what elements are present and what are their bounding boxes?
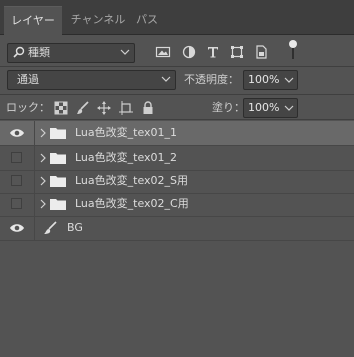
opacity-input[interactable]: 100% (243, 70, 298, 90)
filter-kind-label: 種類 (28, 46, 50, 59)
divider (0, 66, 354, 67)
hidden-indicator (11, 152, 22, 163)
filter-toggle-stem (292, 48, 294, 59)
hidden-indicator (11, 175, 22, 186)
layer-name: Lua色改変_tex02_C用 (75, 197, 189, 210)
chevron-right-icon[interactable] (39, 153, 47, 163)
folder-icon (50, 153, 66, 164)
visibility-toggle[interactable] (0, 216, 35, 240)
lock-label: ロック： (6, 101, 50, 114)
lock-all-icon[interactable] (141, 101, 155, 115)
layers-panel: レイヤー チャンネル パス 種類 通過 不透明度： 100% ロック： 塗り： … (0, 0, 354, 357)
tab-bar: レイヤー チャンネル パス (0, 0, 354, 36)
chevron-down-icon[interactable] (284, 103, 294, 113)
folder-icon (50, 128, 66, 139)
hidden-indicator (11, 198, 22, 209)
visibility-toggle[interactable] (0, 169, 35, 193)
lock-transparent-icon[interactable] (54, 101, 68, 115)
brush-icon (44, 221, 57, 234)
layer-name: Lua色改変_tex01_2 (75, 151, 178, 164)
visibility-toggle[interactable] (0, 192, 35, 216)
divider (0, 94, 354, 95)
layer-row[interactable]: Lua色改変_tex02_C用 (0, 192, 354, 217)
layer-list: Lua色改変_tex01_1 Lua色改変_tex01_2 Lua色改変_tex… (0, 120, 354, 357)
fill-input[interactable]: 100% (243, 98, 298, 118)
layer-name: Lua色改変_tex02_S用 (75, 174, 189, 187)
image-filter-icon[interactable] (155, 44, 171, 60)
layer-row[interactable]: Lua色改変_tex01_2 (0, 146, 354, 171)
filter-kind-select[interactable]: 種類 (7, 43, 135, 63)
folder-icon (50, 199, 66, 210)
chevron-right-icon[interactable] (39, 176, 47, 186)
eye-icon (10, 129, 24, 137)
chevron-down-icon (120, 49, 130, 55)
chevron-down-icon[interactable] (284, 75, 294, 85)
eye-icon (10, 224, 24, 232)
chevron-right-icon[interactable] (39, 199, 47, 209)
visibility-toggle[interactable] (0, 121, 35, 145)
chevron-down-icon (161, 76, 171, 82)
lock-image-icon[interactable] (76, 101, 90, 115)
adjustment-filter-icon[interactable] (181, 44, 197, 60)
layer-name: BG (67, 221, 83, 234)
shape-filter-icon[interactable] (229, 44, 245, 60)
tab-paths[interactable]: パス (132, 6, 162, 34)
layer-row[interactable]: Lua色改変_tex01_1 (0, 121, 354, 146)
folder-icon (50, 176, 66, 187)
layer-row[interactable]: BG (0, 216, 354, 241)
fill-label: 塗り： (212, 101, 245, 114)
fill-value: 100% (248, 101, 280, 114)
visibility-toggle[interactable] (0, 146, 35, 170)
tab-channels[interactable]: チャンネル (68, 6, 128, 34)
opacity-label: 不透明度： (184, 73, 239, 86)
lock-position-icon[interactable] (97, 101, 111, 115)
opacity-value: 100% (248, 73, 280, 86)
lock-artboard-icon[interactable] (119, 101, 133, 115)
chevron-right-icon[interactable] (39, 128, 47, 138)
tab-layers[interactable]: レイヤー (4, 6, 62, 36)
layer-row[interactable]: Lua色改変_tex02_S用 (0, 169, 354, 194)
smart-object-filter-icon[interactable] (253, 44, 269, 60)
search-icon (13, 46, 25, 58)
filter-toggle[interactable] (289, 40, 297, 48)
blend-mode-value: 通過 (17, 73, 39, 86)
type-filter-icon[interactable] (205, 44, 221, 60)
layer-name: Lua色改変_tex01_1 (75, 126, 178, 139)
blend-mode-select[interactable]: 通過 (7, 70, 176, 90)
